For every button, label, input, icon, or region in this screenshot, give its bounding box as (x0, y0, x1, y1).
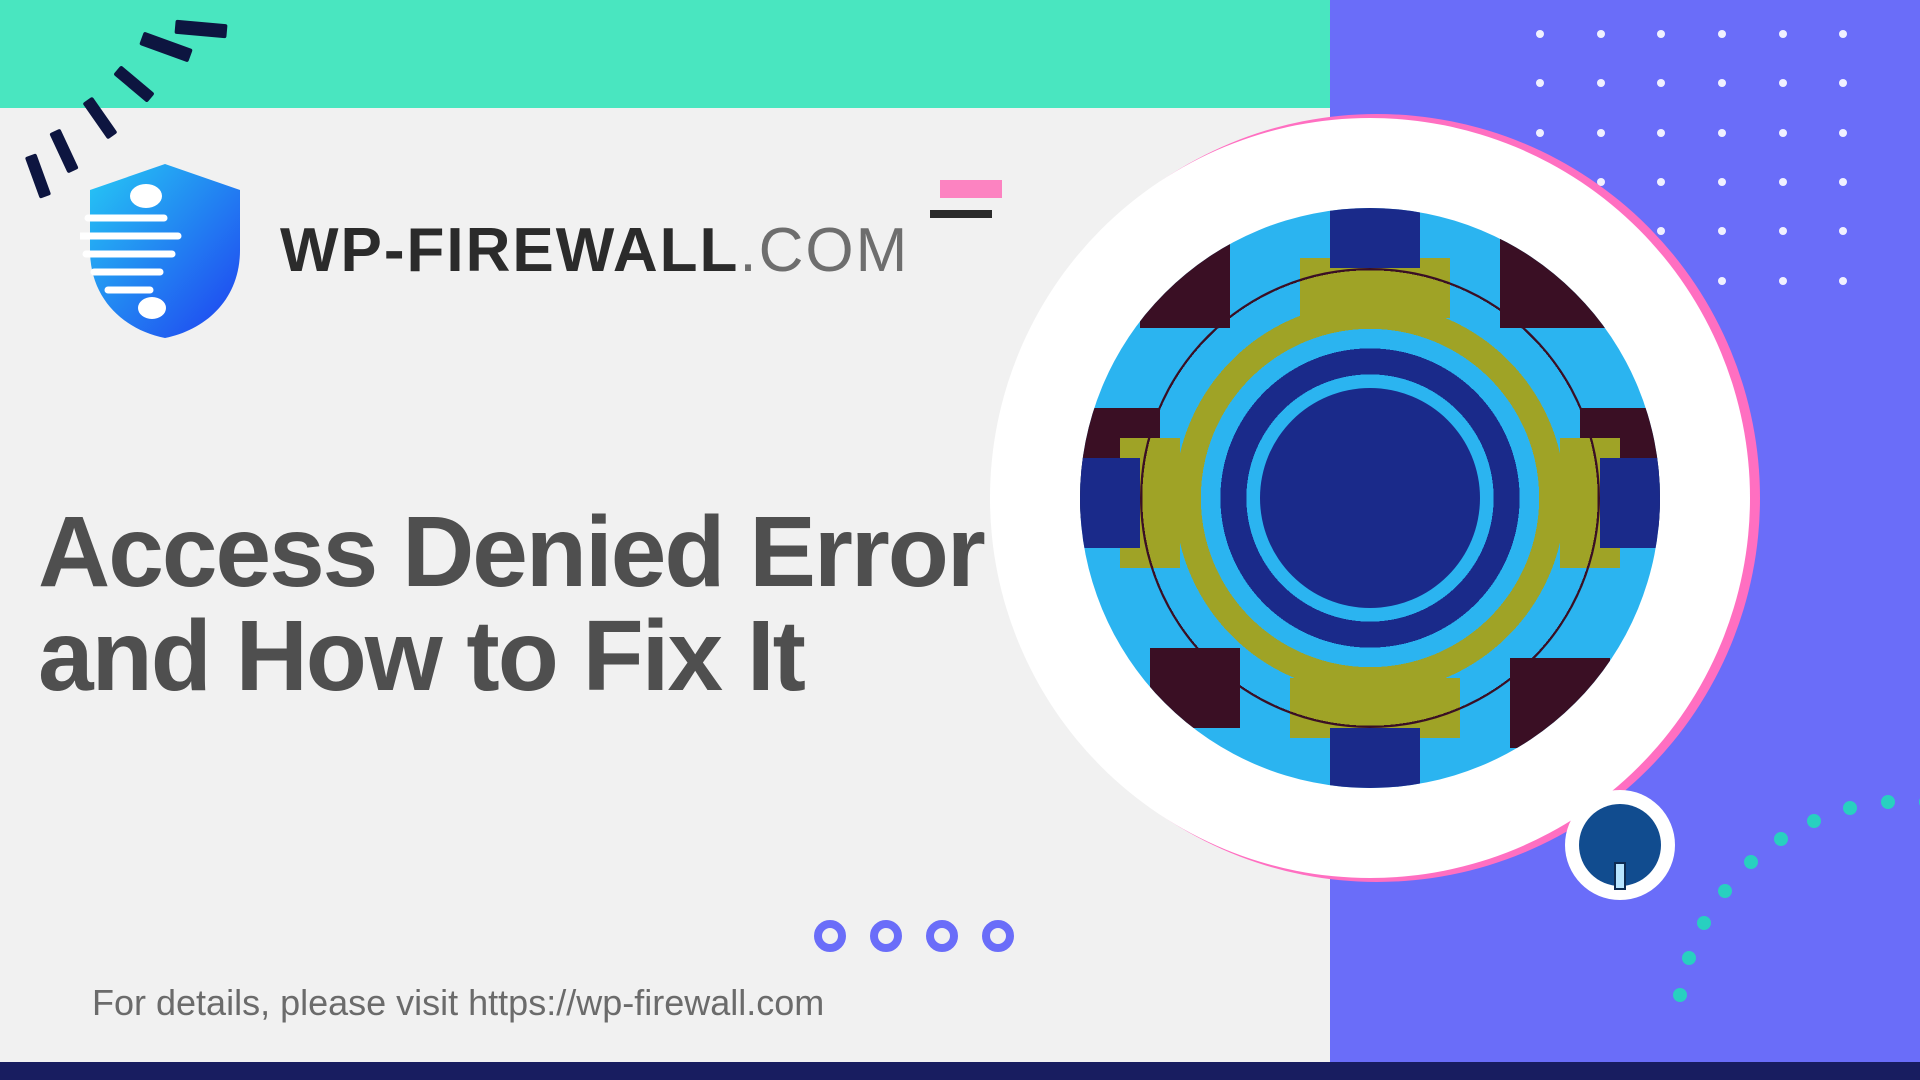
ring-icon (870, 920, 902, 952)
bottom-accent-strip (0, 1062, 1920, 1080)
headline-line-2: and How to Fix It (38, 604, 1138, 708)
ring-icon (814, 920, 846, 952)
footer-text: For details, please visit https://wp-fir… (92, 982, 824, 1024)
mini-circle-decoration (1565, 790, 1675, 900)
slide-headline: Access Denied Error and How to Fix It (38, 500, 1138, 708)
headline-line-1: Access Denied Error (38, 500, 1138, 604)
target-abstract-icon (1080, 208, 1660, 788)
brand-name-suffix: .COM (739, 216, 909, 285)
hero-circle-graphic (990, 118, 1750, 878)
shield-icon (80, 160, 250, 340)
brand-wordmark: WP-FIREWALL.COM (280, 215, 909, 286)
brand-logo-block: WP-FIREWALL.COM (80, 160, 909, 340)
slide-canvas: WP-FIREWALL.COM Access Denied Error and … (0, 0, 1920, 1080)
wordmark-overline (930, 210, 992, 218)
brand-name-bold: WP-FIREWALL (280, 216, 739, 285)
ring-decoration-row (814, 920, 1014, 952)
ring-icon (926, 920, 958, 952)
ring-icon (982, 920, 1014, 952)
